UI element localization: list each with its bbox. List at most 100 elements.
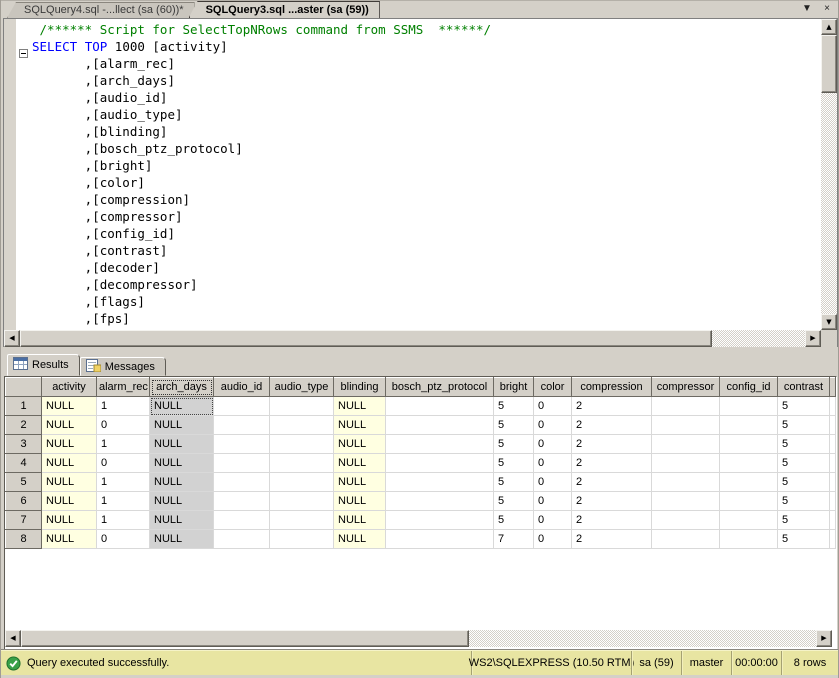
scroll-right-icon[interactable]: ▶ — [816, 630, 832, 647]
grid-cell[interactable] — [214, 435, 270, 454]
grid-cell[interactable]: 5 — [778, 454, 830, 473]
grid-cell[interactable]: 5 — [494, 473, 534, 492]
grid-cell[interactable]: 0 — [534, 397, 572, 416]
column-header-audio_type[interactable]: audio_type — [270, 378, 334, 397]
grid-cell[interactable]: 0 — [534, 473, 572, 492]
grid-cell[interactable] — [214, 530, 270, 549]
grid-cell[interactable] — [270, 492, 334, 511]
grid-cell[interactable]: 5 — [494, 416, 534, 435]
grid-cell[interactable]: 5 — [494, 511, 534, 530]
grid-cell[interactable]: 5 — [778, 530, 830, 549]
grid-cell[interactable]: 0 — [534, 454, 572, 473]
grid-cell[interactable] — [214, 416, 270, 435]
grid-cell[interactable] — [652, 397, 720, 416]
grid-cell[interactable]: 5 — [494, 492, 534, 511]
grid-cell[interactable]: 5 — [778, 416, 830, 435]
grid-cell[interactable]: 1 — [97, 473, 150, 492]
tab-messages[interactable]: Messages — [80, 357, 166, 376]
document-tab[interactable]: SQLQuery4.sql -...llect (sa (60))* — [7, 2, 195, 18]
grid-cell[interactable] — [720, 473, 778, 492]
grid-cell[interactable]: NULL — [150, 416, 214, 435]
row-header[interactable]: 1 — [6, 397, 42, 416]
grid-cell[interactable]: 0 — [534, 511, 572, 530]
grid-cell[interactable]: 5 — [778, 511, 830, 530]
grid-cell[interactable]: NULL — [150, 511, 214, 530]
grid-cell[interactable]: NULL — [42, 492, 97, 511]
row-header[interactable]: 2 — [6, 416, 42, 435]
grid-cell[interactable]: 5 — [778, 397, 830, 416]
grid-cell[interactable] — [270, 473, 334, 492]
grid-cell[interactable]: 0 — [534, 492, 572, 511]
grid-cell[interactable]: 2 — [572, 435, 652, 454]
grid-cell[interactable]: NULL — [150, 530, 214, 549]
grid-cell[interactable] — [214, 397, 270, 416]
grid-cell[interactable] — [270, 435, 334, 454]
grid-cell[interactable]: NULL — [334, 492, 386, 511]
grid-cell[interactable]: 5 — [778, 435, 830, 454]
row-header[interactable]: 7 — [6, 511, 42, 530]
grid-cell[interactable]: NULL — [42, 511, 97, 530]
scroll-right-icon[interactable]: ▶ — [805, 330, 821, 347]
column-header-blinding[interactable]: blinding — [334, 378, 386, 397]
column-header-arch_days[interactable]: arch_days — [150, 378, 214, 397]
sql-editor[interactable]: /****** Script for SelectTopNRows comman… — [3, 18, 838, 347]
grid-cell[interactable]: 7 — [494, 530, 534, 549]
grid-cell[interactable]: 2 — [572, 511, 652, 530]
column-header-color[interactable]: color — [534, 378, 572, 397]
tab-results[interactable]: Results — [7, 354, 80, 376]
grid-cell[interactable]: 2 — [572, 473, 652, 492]
grid-cell[interactable]: NULL — [334, 397, 386, 416]
grid-cell[interactable]: 2 — [572, 492, 652, 511]
grid-cell[interactable] — [386, 397, 494, 416]
grid-cell[interactable] — [720, 511, 778, 530]
grid-cell[interactable] — [652, 473, 720, 492]
grid-cell[interactable] — [652, 492, 720, 511]
grid-cell[interactable]: NULL — [150, 454, 214, 473]
grid-cell[interactable] — [214, 473, 270, 492]
column-header-audio_id[interactable]: audio_id — [214, 378, 270, 397]
grid-cell[interactable] — [270, 530, 334, 549]
grid-cell[interactable] — [720, 416, 778, 435]
grid-cell[interactable]: 1 — [97, 511, 150, 530]
grid-cell[interactable] — [270, 397, 334, 416]
grid-cell[interactable]: 0 — [97, 530, 150, 549]
grid-cell[interactable] — [652, 435, 720, 454]
editor-vertical-scrollbar[interactable]: ▲ ▼ — [821, 19, 837, 330]
grid-cell[interactable]: NULL — [42, 397, 97, 416]
grid-cell[interactable]: 0 — [534, 416, 572, 435]
column-header-alarm_rec[interactable]: alarm_rec — [97, 378, 150, 397]
grid-corner-header[interactable] — [6, 378, 42, 397]
code-area[interactable]: /****** Script for SelectTopNRows comman… — [17, 19, 821, 330]
grid-cell[interactable] — [652, 511, 720, 530]
grid-cell[interactable]: NULL — [150, 435, 214, 454]
column-header-activity[interactable]: activity — [42, 378, 97, 397]
column-header-contrast[interactable]: contrast — [778, 378, 830, 397]
grid-cell[interactable] — [652, 530, 720, 549]
grid-cell[interactable]: NULL — [42, 530, 97, 549]
grid-cell[interactable] — [386, 416, 494, 435]
grid-cell[interactable]: NULL — [334, 416, 386, 435]
grid-cell[interactable] — [270, 454, 334, 473]
grid-cell[interactable] — [386, 435, 494, 454]
grid-cell[interactable] — [720, 492, 778, 511]
column-header-bosch_ptz_protocol[interactable]: bosch_ptz_protocol — [386, 378, 494, 397]
grid-cell[interactable]: 5 — [778, 473, 830, 492]
grid-cell[interactable]: 0 — [534, 435, 572, 454]
grid-cell[interactable] — [386, 454, 494, 473]
grid-cell[interactable]: NULL — [42, 473, 97, 492]
fold-collapse-icon[interactable] — [19, 49, 28, 58]
grid-cell[interactable] — [270, 511, 334, 530]
grid-cell[interactable]: 5 — [778, 492, 830, 511]
grid-cell[interactable]: 5 — [494, 397, 534, 416]
grid-cell[interactable]: NULL — [334, 435, 386, 454]
grid-cell[interactable] — [270, 416, 334, 435]
grid-cell[interactable]: 2 — [572, 397, 652, 416]
grid-cell[interactable]: NULL — [150, 397, 214, 416]
scroll-down-icon[interactable]: ▼ — [821, 314, 837, 330]
grid-cell[interactable]: NULL — [334, 454, 386, 473]
grid-cell[interactable] — [652, 416, 720, 435]
close-document-icon[interactable]: × — [820, 3, 834, 16]
editor-horizontal-scrollbar[interactable]: ◀ ▶ — [4, 330, 821, 347]
grid-cell[interactable] — [214, 492, 270, 511]
column-header-bright[interactable]: bright — [494, 378, 534, 397]
